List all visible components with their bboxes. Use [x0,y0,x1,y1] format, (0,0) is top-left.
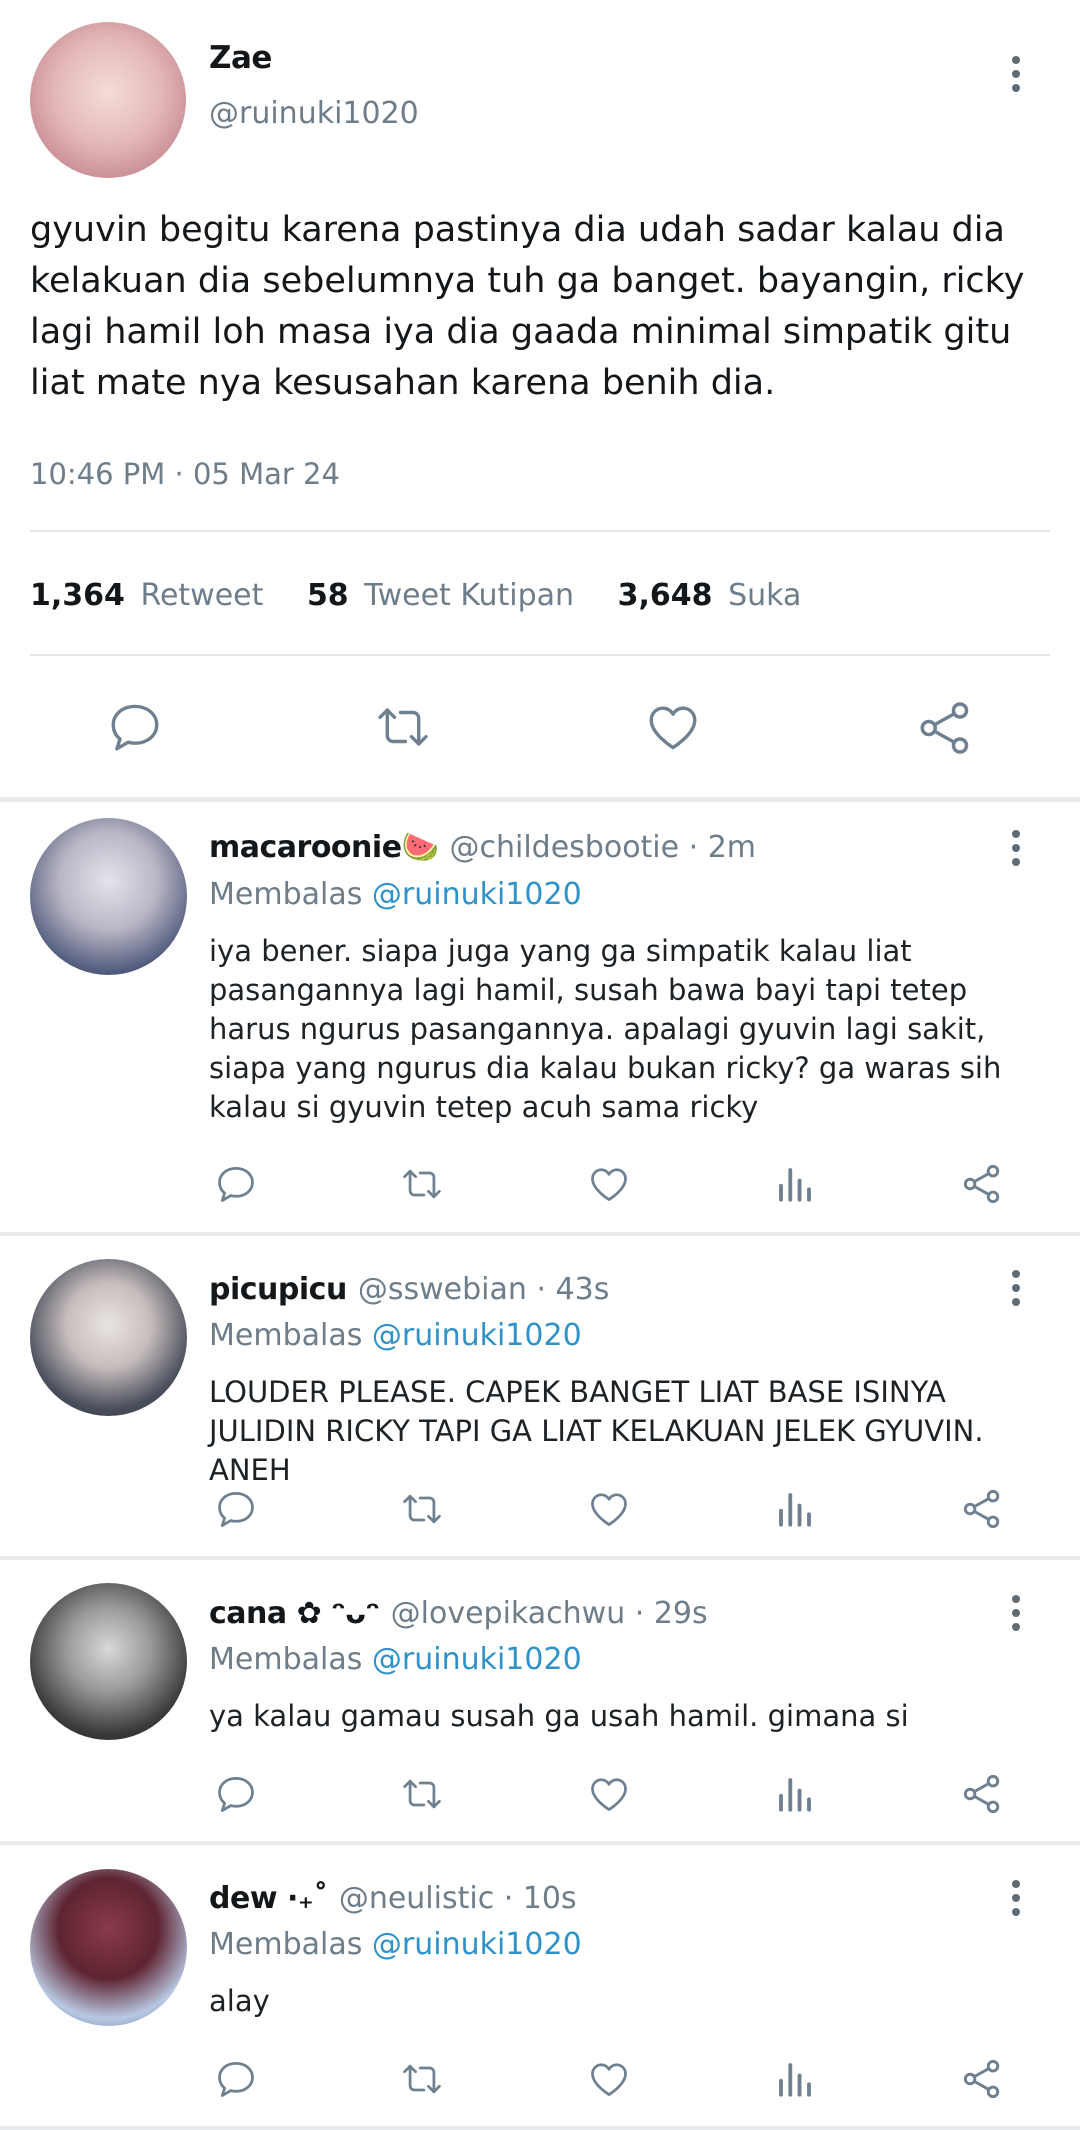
reply-handle-time[interactable]: @sswebian · 43s [358,1272,609,1307]
tweet-stats-row: 1,364 Retweet 58 Tweet Kutipan 3,648 Suk… [30,578,801,613]
analytics-icon[interactable] [774,1487,816,1531]
section-divider [0,1841,1080,1845]
replying-to-prefix: Membalas [209,1318,363,1353]
retweet-label[interactable]: Retweet [140,578,263,613]
reply-icon[interactable] [214,2057,258,2101]
tweet-timestamp: 10:46 PM · 05 Mar 24 [30,457,340,491]
tweet-text: gyuvin begitu karena pastinya dia udah s… [30,210,1025,403]
analytics-icon[interactable] [774,2057,816,2101]
reply-avatar[interactable] [30,1583,187,1740]
like-icon[interactable] [586,1487,632,1531]
reply-icon[interactable] [214,1487,258,1531]
reply-more-menu-icon[interactable] [1006,1880,1026,1920]
retweet-icon[interactable] [396,1162,448,1206]
reply-avatar[interactable] [30,1259,187,1416]
share-icon[interactable] [960,1162,1004,1206]
retweet-icon[interactable] [396,1772,448,1816]
reply-handle-time[interactable]: @lovepikachwu · 29s [391,1596,708,1631]
section-divider [0,2126,1080,2130]
reply-avatar[interactable] [30,818,187,975]
like-label[interactable]: Suka [728,578,801,613]
divider [30,654,1050,656]
retweet-count[interactable]: 1,364 [30,578,125,613]
retweet-icon[interactable] [370,698,436,756]
reply-more-menu-icon[interactable] [1006,1595,1026,1635]
share-icon[interactable] [960,2057,1004,2101]
reply-more-menu-icon[interactable] [1006,1270,1026,1310]
like-icon[interactable] [586,1162,632,1206]
author-display-name[interactable]: Zae [209,40,272,76]
quote-count[interactable]: 58 [307,578,349,613]
like-icon[interactable] [642,698,704,756]
like-icon[interactable] [586,2057,632,2101]
analytics-icon[interactable] [774,1162,816,1206]
reply-icon[interactable] [214,1162,258,1206]
like-icon[interactable] [586,1772,632,1816]
replying-to-link[interactable]: @ruinuki1020 [372,1318,582,1353]
share-icon[interactable] [914,698,976,758]
replying-to-link[interactable]: @ruinuki1020 [372,877,582,912]
author-handle[interactable]: @ruinuki1020 [209,96,419,131]
reply-handle-time[interactable]: @childesbootie · 2m [449,830,756,865]
reply-display-name[interactable]: macaroonie🍉 [209,830,439,865]
divider [30,530,1050,532]
section-divider [0,797,1080,802]
tweet-more-menu-icon[interactable] [1006,56,1026,96]
retweet-icon[interactable] [396,2057,448,2101]
reply-display-name[interactable]: dew ·₊˚ [209,1881,328,1916]
reply-text: LOUDER PLEASE. CAPEK BANGET LIAT BASE IS… [209,1375,984,1487]
replying-to-prefix: Membalas [209,877,363,912]
reply-text: alay [209,1984,270,2018]
reply-icon[interactable] [105,698,165,756]
reply-text: ya kalau gamau susah ga usah hamil. gima… [209,1699,909,1733]
retweet-icon[interactable] [396,1487,448,1531]
quote-label[interactable]: Tweet Kutipan [364,578,574,613]
reply-avatar[interactable] [30,1869,187,2026]
reply-display-name[interactable]: picupicu [209,1272,347,1307]
analytics-icon[interactable] [774,1772,816,1816]
reply-display-name[interactable]: cana ✿ ᵔᴗᵔ [209,1596,380,1631]
author-avatar[interactable] [30,22,186,178]
section-divider [0,1232,1080,1236]
reply-more-menu-icon[interactable] [1006,830,1026,870]
share-icon[interactable] [960,1772,1004,1816]
like-count[interactable]: 3,648 [618,578,713,613]
replying-to-link[interactable]: @ruinuki1020 [372,1642,582,1677]
replying-to-prefix: Membalas [209,1642,363,1677]
section-divider [0,1556,1080,1560]
reply-handle-time[interactable]: @neulistic · 10s [339,1881,577,1916]
reply-icon[interactable] [214,1772,258,1816]
replying-to-prefix: Membalas [209,1927,363,1962]
replying-to-link[interactable]: @ruinuki1020 [372,1927,582,1962]
share-icon[interactable] [960,1487,1004,1531]
reply-text: iya bener. siapa juga yang ga simpatik k… [209,934,1002,1124]
